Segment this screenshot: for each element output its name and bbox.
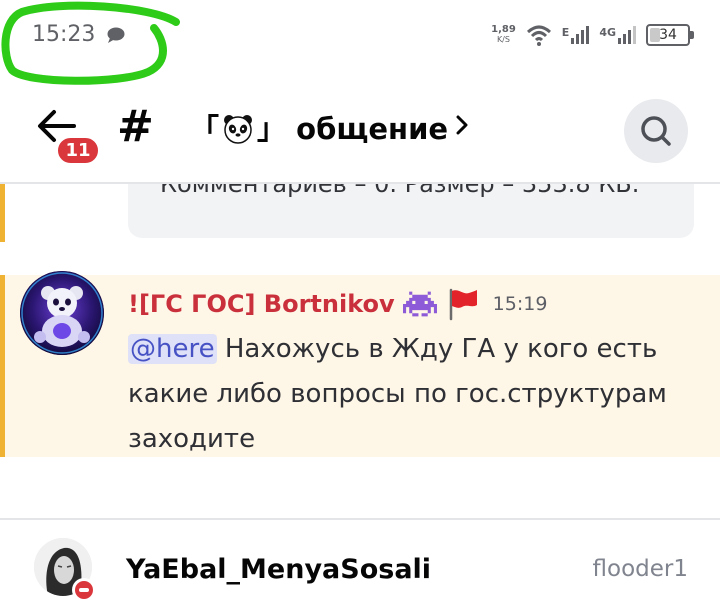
here-mention[interactable]: @here bbox=[128, 334, 217, 364]
network-speed-unit: K/S bbox=[496, 35, 510, 44]
embed-text: Комментариев – 0. Размер – 353.8 КБ. bbox=[160, 184, 640, 198]
space-invader-icon bbox=[402, 291, 437, 317]
search-icon bbox=[641, 116, 671, 146]
member-list-item[interactable]: YaEbal_MenyaSosali flooder1 bbox=[0, 520, 720, 608]
channel-hash-icon: # bbox=[117, 101, 154, 152]
red-flag-icon bbox=[449, 288, 477, 321]
signal-4g-icon: 4G bbox=[599, 26, 636, 44]
dnd-status-icon bbox=[72, 578, 96, 602]
message-timestamp: 15:19 bbox=[492, 293, 548, 315]
battery-level: 34 bbox=[659, 27, 677, 43]
mobile1-label: E bbox=[561, 26, 570, 39]
channel-header: 11 # 「 」 общение bbox=[0, 80, 720, 182]
status-icons: 1,89 K/S E 4G 34 bbox=[491, 20, 694, 50]
wifi-icon bbox=[526, 25, 551, 46]
channel-bracket-close: 」 bbox=[257, 112, 287, 146]
chat-message[interactable]: ![ГС ГОС] Bortnikov 15:19 @here Нахожусь… bbox=[0, 271, 720, 457]
previous-message: Комментариев – 0. Размер – 353.8 КБ. bbox=[0, 184, 720, 242]
battery-icon: 34 bbox=[646, 24, 694, 46]
panda-emoji bbox=[224, 115, 253, 144]
author-name[interactable]: ![ГС ГОС] Bortnikov bbox=[128, 290, 395, 318]
member-role: flooder1 bbox=[592, 556, 688, 582]
channel-bracket-open: 「 bbox=[190, 112, 220, 146]
embed-card[interactable]: Комментариев – 0. Размер – 353.8 КБ. bbox=[128, 184, 694, 238]
network-speed: 1,89 K/S bbox=[491, 25, 516, 45]
status-bar: 15:23 1,89 K/S E 4G 34 bbox=[0, 0, 720, 85]
chevron-right-icon[interactable] bbox=[455, 114, 469, 136]
mention-highlight-bar bbox=[0, 275, 5, 457]
member-name: YaEbal_MenyaSosali bbox=[126, 554, 432, 585]
message-header: ![ГС ГОС] Bortnikov 15:19 bbox=[128, 287, 547, 321]
author-avatar[interactable] bbox=[20, 271, 104, 355]
channel-title[interactable]: 「 」 общение bbox=[190, 106, 448, 148]
channel-name: общение bbox=[296, 112, 449, 146]
search-button[interactable] bbox=[624, 99, 688, 163]
mobile2-label: 4G bbox=[599, 26, 616, 39]
mention-highlight-bar bbox=[0, 184, 5, 242]
signal-icon: E bbox=[562, 26, 590, 44]
annotation-circle bbox=[1, 1, 180, 85]
unread-badge[interactable]: 11 bbox=[55, 135, 101, 166]
network-speed-value: 1,89 bbox=[491, 24, 516, 35]
message-content: @here Нахожусь в Жду ГА у кого есть каки… bbox=[128, 327, 708, 462]
